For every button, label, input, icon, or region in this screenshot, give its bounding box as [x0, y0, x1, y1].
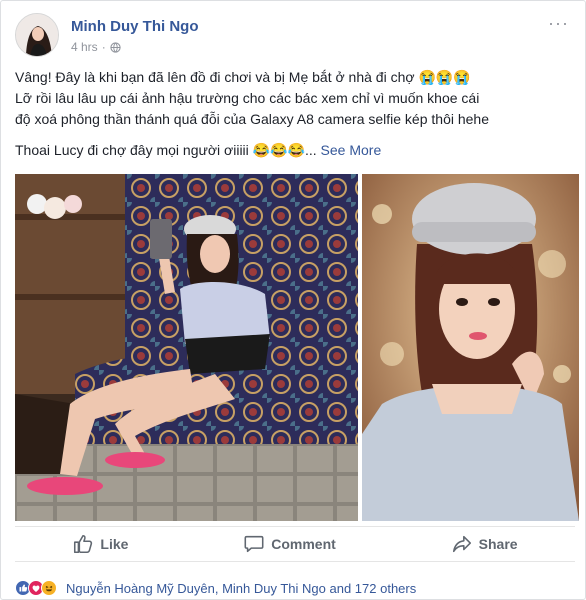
- haha-reaction-icon: [41, 580, 57, 596]
- photo-grid: [15, 174, 579, 521]
- post-text-line: độ xoá phông thần thánh quá đỗi của Gala…: [15, 111, 490, 127]
- reactions-summary[interactable]: Nguyễn Hoàng Mỹ Duyên, Minh Duy Thi Ngo …: [15, 577, 416, 599]
- photo-left[interactable]: [15, 174, 358, 521]
- share-button[interactable]: Share: [451, 533, 518, 555]
- globe-icon: [110, 41, 121, 53]
- reaction-icons: [15, 580, 57, 596]
- more-options-icon[interactable]: ···: [548, 13, 569, 34]
- post-actions: Like Comment Share: [15, 526, 575, 562]
- like-label: Like: [100, 536, 129, 552]
- post-author[interactable]: Minh Duy Thi Ngo: [71, 18, 198, 35]
- post-text: Vâng! Đây là khi bạn đã lên đồ đi chơi v…: [15, 67, 581, 161]
- comment-icon: [244, 535, 264, 553]
- comment-button[interactable]: Comment: [243, 533, 336, 555]
- photo-selfie-on-sofa: [15, 174, 358, 521]
- post-meta: 4 hrs ·: [71, 40, 121, 54]
- comment-label: Comment: [271, 536, 336, 552]
- post-text-line: Lỡ rồi lâu lâu up cái ảnh hậu trường cho…: [15, 90, 480, 106]
- post-header: Minh Duy Thi Ngo 4 hrs · ···: [15, 13, 575, 59]
- like-button[interactable]: Like: [72, 533, 128, 555]
- photo-selfie-portrait: [362, 174, 579, 521]
- avatar-photo: [16, 14, 58, 56]
- share-icon: [452, 535, 471, 553]
- reactions-names[interactable]: Nguyễn Hoàng Mỹ Duyên, Minh Duy Thi Ngo …: [66, 581, 416, 596]
- post-time[interactable]: 4 hrs: [71, 40, 98, 54]
- like-icon: [74, 534, 93, 554]
- facebook-post: Minh Duy Thi Ngo 4 hrs · ··· Vâng! Đây l…: [0, 0, 586, 600]
- post-text-line: Vâng! Đây là khi bạn đã lên đồ đi chơi v…: [15, 69, 471, 85]
- see-more-link[interactable]: See More: [321, 142, 382, 158]
- avatar[interactable]: [15, 13, 59, 57]
- photo-right[interactable]: [362, 174, 579, 521]
- post-text-line-last: Thoai Lucy đi chợ đây mọi người ơiiiii 😂…: [15, 142, 382, 158]
- share-label: Share: [478, 536, 518, 552]
